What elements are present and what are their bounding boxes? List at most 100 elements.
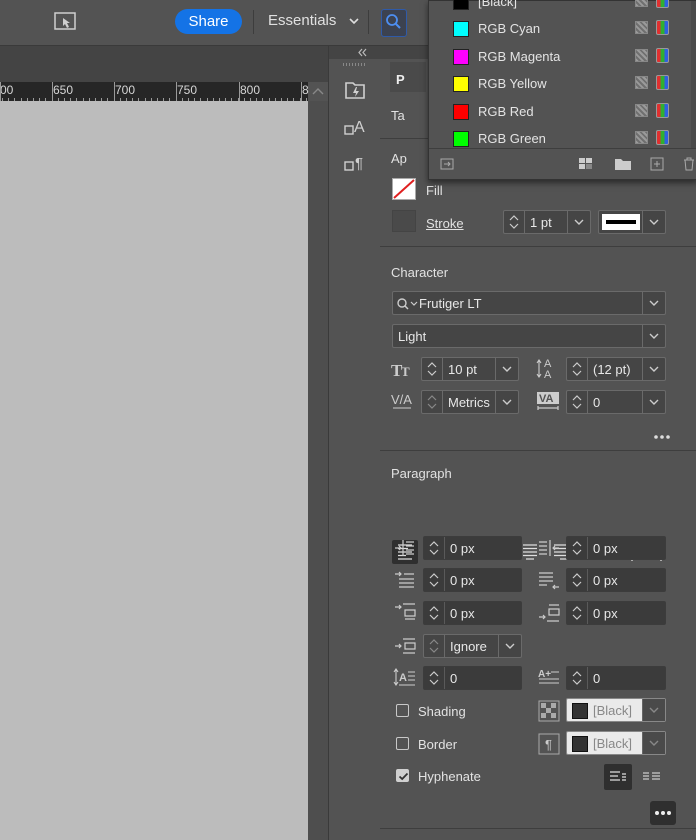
grip-handle[interactable] xyxy=(343,63,365,66)
left-indent-icon xyxy=(393,537,417,559)
pasteboard[interactable] xyxy=(0,101,308,840)
single-line-composer-button[interactable] xyxy=(604,764,632,790)
leading-field[interactable]: (12 pt) xyxy=(566,357,666,381)
border-checkbox[interactable] xyxy=(396,737,409,750)
paragraph-styles-icon[interactable]: ¶ xyxy=(341,148,369,176)
workspace-switcher[interactable]: Essentials xyxy=(268,12,359,29)
kerning-field[interactable]: Metrics xyxy=(421,390,519,414)
new-swatch-icon[interactable] xyxy=(648,156,668,172)
tracking-field[interactable]: 0 xyxy=(566,390,666,414)
chevron-down-icon[interactable] xyxy=(642,699,665,721)
stepper-icon[interactable] xyxy=(504,211,525,233)
stepper-icon[interactable] xyxy=(567,569,588,591)
delete-swatch-icon[interactable] xyxy=(681,156,696,172)
horizontal-ruler[interactable]: 00 650 700 750 800 8 xyxy=(0,82,309,102)
tracking-icon: VA xyxy=(536,390,560,412)
stepper-icon[interactable] xyxy=(424,569,445,591)
swatch-views-icon[interactable] xyxy=(577,156,597,172)
first-line-indent-field[interactable]: 0 px xyxy=(423,568,522,592)
stepper-icon[interactable] xyxy=(424,635,445,657)
swatch-name: RGB Green xyxy=(478,131,546,146)
publish-online-icon[interactable] xyxy=(54,12,76,32)
character-styles-icon[interactable]: A xyxy=(341,112,369,140)
stepper-icon[interactable] xyxy=(424,667,445,689)
font-family-select[interactable]: Frutiger LT xyxy=(392,291,666,315)
chevron-down-icon[interactable] xyxy=(642,391,665,413)
paragraph-composer-button[interactable] xyxy=(638,764,666,790)
new-color-group-icon[interactable] xyxy=(613,156,633,172)
color-mode-icon xyxy=(656,102,669,118)
swatch-row[interactable]: RGB Yellow xyxy=(429,70,689,97)
left-indent-field[interactable]: 0 px xyxy=(423,536,522,560)
stroke-swatch[interactable] xyxy=(392,210,416,232)
svg-text:VA: VA xyxy=(539,393,554,405)
shading-checkbox[interactable] xyxy=(396,704,409,717)
ruler-label: 650 xyxy=(53,83,74,97)
chevron-down-icon[interactable] xyxy=(642,325,665,347)
stepper-icon[interactable] xyxy=(422,391,443,413)
hyphenate-checkbox[interactable] xyxy=(396,769,409,782)
space-after-field[interactable]: 0 px xyxy=(566,601,666,625)
border-color-select[interactable]: [Black] xyxy=(566,731,666,755)
search-icon xyxy=(386,14,401,29)
align-to-grid-select[interactable]: Ignore xyxy=(423,634,522,658)
chevron-down-icon[interactable] xyxy=(495,358,518,380)
shading-color-select[interactable]: [Black] xyxy=(566,698,666,722)
stepper-icon[interactable] xyxy=(567,391,588,413)
svg-text:A: A xyxy=(399,672,407,684)
stepper-icon[interactable] xyxy=(567,602,588,624)
swatch-row[interactable]: RGB Magenta xyxy=(429,43,689,70)
search-button[interactable] xyxy=(381,9,407,37)
stepper-icon[interactable] xyxy=(424,602,445,624)
stepper-icon[interactable] xyxy=(567,537,588,559)
right-indent-field[interactable]: 0 px xyxy=(566,536,666,560)
paragraph-composer-icon xyxy=(643,772,660,780)
stroke-link[interactable]: Stroke xyxy=(426,216,464,231)
stepper-icon[interactable] xyxy=(422,358,443,380)
swatch-scrollbar[interactable] xyxy=(691,1,696,148)
swatch-row[interactable]: RGB Cyan xyxy=(429,15,689,42)
stepper-icon[interactable] xyxy=(567,667,588,689)
properties-tab-label: P xyxy=(396,72,405,87)
chevron-down-icon[interactable] xyxy=(642,732,665,754)
chevron-down-icon[interactable] xyxy=(567,211,590,233)
single-line-composer-icon xyxy=(610,771,626,781)
fill-label: Fill xyxy=(426,183,443,198)
chevron-down-icon xyxy=(348,12,359,29)
fill-swatch-none[interactable] xyxy=(392,178,416,200)
stepper-icon[interactable] xyxy=(424,537,445,559)
dock-collapse-bar[interactable] xyxy=(329,46,380,59)
share-button[interactable]: Share xyxy=(175,9,242,34)
more-options-icon[interactable] xyxy=(652,429,672,439)
swatch-row[interactable]: [Black] xyxy=(429,0,689,15)
drop-cap-chars-field[interactable]: 0 xyxy=(566,666,666,690)
ruler-label: 700 xyxy=(115,83,136,97)
stroke-weight-field[interactable]: 1 pt xyxy=(503,210,591,234)
swatch-row[interactable]: RGB Red xyxy=(429,98,689,125)
chevron-down-icon[interactable] xyxy=(642,358,665,380)
vertical-scrollbar[interactable] xyxy=(308,101,328,840)
cc-libraries-icon[interactable] xyxy=(341,76,369,104)
font-size-field[interactable]: 10 pt xyxy=(421,357,519,381)
last-line-indent-field[interactable]: 0 px xyxy=(566,568,666,592)
chevron-down-icon[interactable] xyxy=(495,391,518,413)
swatch-color-chip xyxy=(453,103,469,120)
show-all-swatches-icon[interactable] xyxy=(437,156,457,172)
scroll-up-icon[interactable] xyxy=(310,83,326,99)
divider xyxy=(368,10,369,34)
space-before-field[interactable]: 0 px xyxy=(423,601,522,625)
appearance-section-title: Ap xyxy=(391,151,407,166)
paragraph-more-options-button[interactable] xyxy=(650,801,676,825)
last-line-indent-icon xyxy=(537,569,561,591)
chevron-down-icon[interactable] xyxy=(642,292,665,314)
properties-tab[interactable]: P xyxy=(390,62,426,92)
stroke-type-select[interactable] xyxy=(598,210,666,234)
drop-cap-lines-field[interactable]: 0 xyxy=(423,666,522,690)
swatch-name: RGB Magenta xyxy=(478,48,561,64)
chevron-down-icon[interactable] xyxy=(498,635,521,657)
svg-text:A: A xyxy=(544,369,552,379)
font-style-select[interactable]: Light xyxy=(392,324,666,348)
swatch-color-chip xyxy=(453,48,469,65)
chevron-down-icon[interactable] xyxy=(642,211,665,233)
stepper-icon[interactable] xyxy=(567,358,588,380)
